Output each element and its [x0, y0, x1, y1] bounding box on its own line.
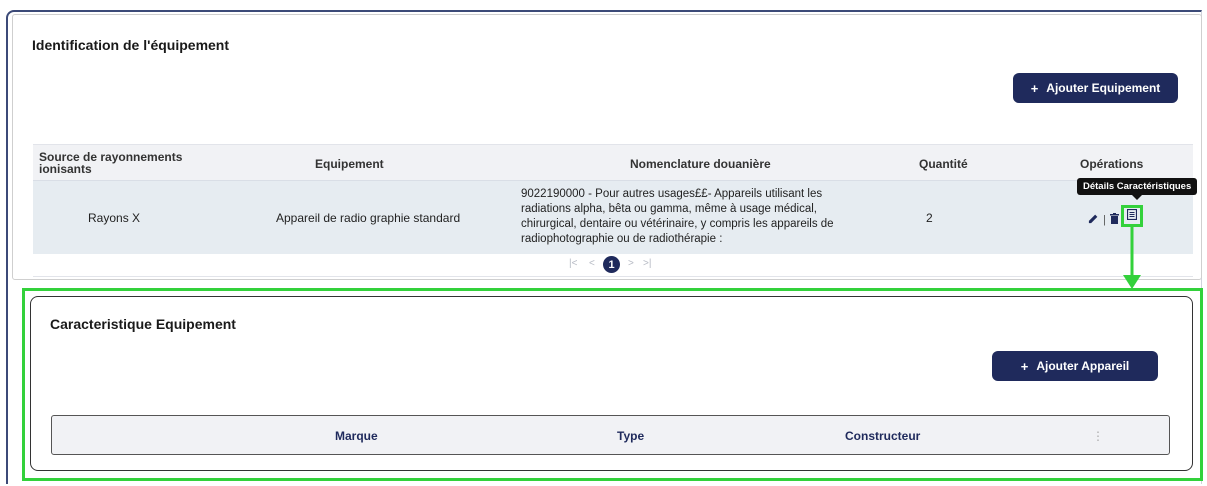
add-equipment-button[interactable]: + Ajouter Equipement [1013, 73, 1178, 103]
arrow-down-icon [1123, 227, 1141, 289]
delete-icon[interactable] [1109, 211, 1119, 229]
last-page-button[interactable]: >| [643, 258, 651, 269]
cell-equipement: Appareil de radio graphie standard [276, 211, 461, 225]
column-header-type: Type [617, 429, 645, 443]
add-device-label: Ajouter Appareil [1036, 359, 1130, 373]
cell-nomenclature: 9022190000 - Pour autres usages££- Appar… [521, 188, 834, 245]
column-header-equipement: Equipement [315, 157, 384, 171]
column-header-source: Source de rayonnements ionisants [39, 150, 183, 176]
plus-icon: + [1030, 80, 1039, 96]
devices-table-header: Marque Type Constructeur ⋮ [51, 415, 1170, 455]
plus-icon: + [1020, 358, 1029, 374]
next-page-button[interactable]: > [628, 258, 634, 269]
prev-page-button[interactable]: < [589, 258, 595, 269]
table-row: Rayons X Appareil de radio graphie stand… [33, 180, 1193, 256]
table-header: Source de rayonnements ionisants Equipem… [33, 144, 1193, 181]
page-1-button[interactable]: 1 [603, 256, 620, 273]
column-header-quantite: Quantité [919, 157, 968, 171]
section-title: Caracteristique Equipement [50, 316, 236, 332]
add-device-button[interactable]: + Ajouter Appareil [992, 351, 1158, 381]
column-header-nomenclature: Nomenclature douanière [630, 157, 771, 171]
ops-separator: | [1103, 214, 1106, 226]
row-operations: | [1088, 211, 1119, 229]
first-page-button[interactable]: |< [569, 258, 577, 269]
cell-source: Rayons X [88, 211, 141, 225]
column-header-operations: Opérations [1080, 157, 1144, 171]
column-header-constructeur: Constructeur [845, 429, 921, 443]
column-header-marque: Marque [335, 429, 378, 443]
details-button[interactable] [1121, 205, 1143, 227]
edit-icon[interactable] [1088, 211, 1099, 229]
details-tooltip: Détails Caractéristiques [1077, 178, 1198, 200]
add-equipment-label: Ajouter Equipement [1046, 81, 1161, 95]
details-icon [1126, 207, 1138, 225]
cell-quantite: 2 [926, 211, 933, 225]
section-title: Identification de l'équipement [32, 37, 230, 53]
column-menu-icon[interactable]: ⋮ [1092, 429, 1104, 443]
pagination: |< < 1 > >| [33, 254, 1193, 277]
